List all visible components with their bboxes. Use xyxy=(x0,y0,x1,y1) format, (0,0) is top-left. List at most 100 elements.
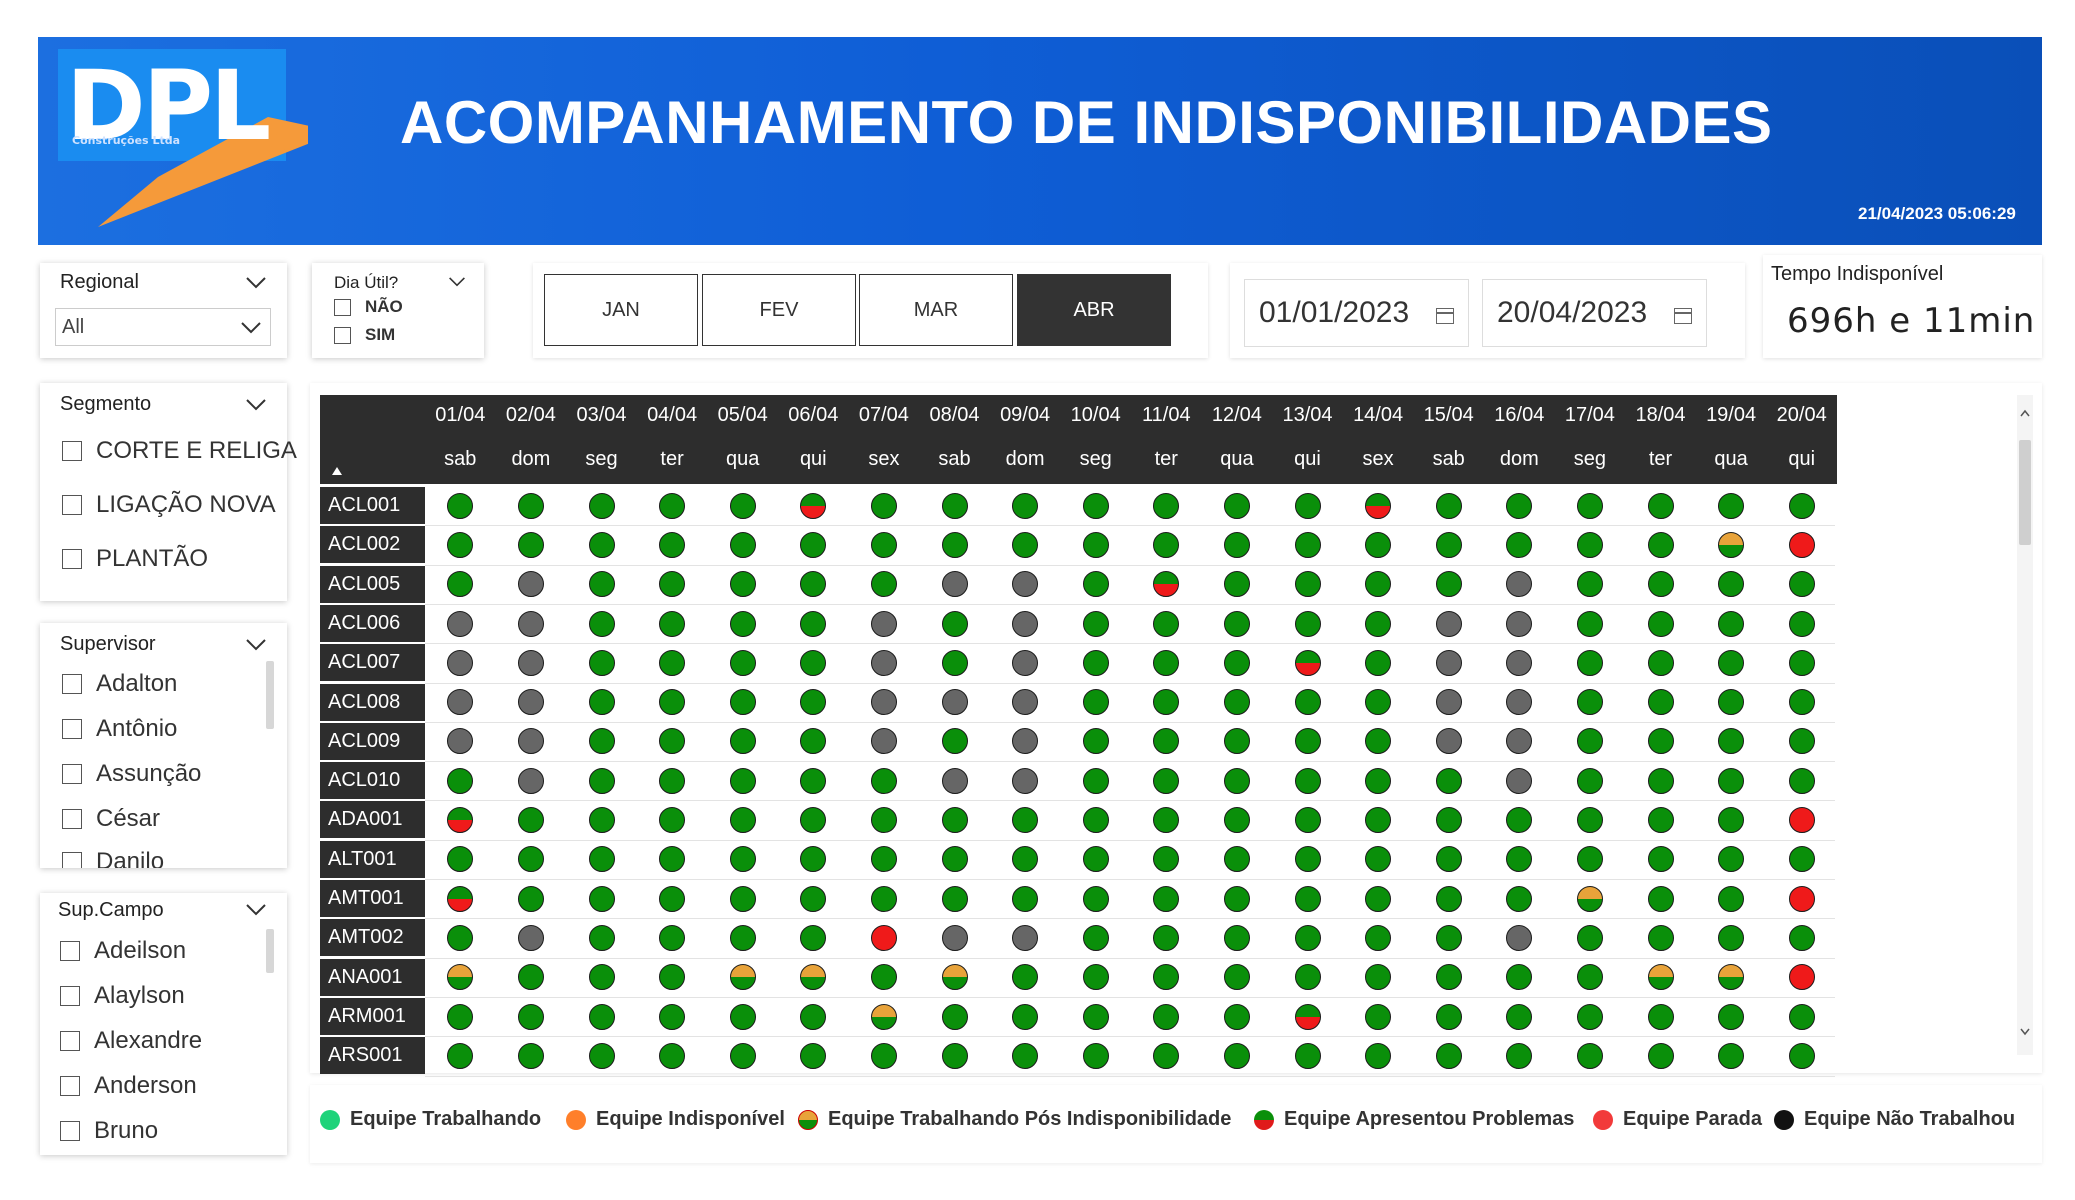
status-dot[interactable] xyxy=(1223,924,1250,951)
status-dot[interactable] xyxy=(1506,767,1533,794)
start-date-input[interactable]: 01/01/2023 xyxy=(1244,279,1469,347)
status-dot[interactable] xyxy=(1365,610,1392,637)
status-dot[interactable] xyxy=(1647,846,1674,873)
status-dot[interactable] xyxy=(1012,610,1039,637)
column-header-date[interactable]: 16/04 xyxy=(1484,395,1555,435)
checkbox[interactable] xyxy=(62,764,82,784)
row-label-team[interactable]: ACL006 xyxy=(320,604,425,642)
status-dot[interactable] xyxy=(941,885,968,912)
status-dot[interactable] xyxy=(870,807,897,834)
status-dot[interactable] xyxy=(659,767,686,794)
checkbox[interactable] xyxy=(62,495,82,515)
status-dot[interactable] xyxy=(1788,846,1815,873)
status-dot[interactable] xyxy=(1082,767,1109,794)
supervisor-option[interactable]: Adalton xyxy=(62,670,177,698)
status-dot[interactable] xyxy=(517,649,544,676)
status-dot[interactable] xyxy=(659,1003,686,1030)
status-dot[interactable] xyxy=(447,1042,474,1069)
status-dot[interactable] xyxy=(1082,728,1109,755)
status-dot[interactable] xyxy=(1365,1042,1392,1069)
row-label-team[interactable]: ACL009 xyxy=(320,722,425,760)
status-dot[interactable] xyxy=(517,571,544,598)
status-dot[interactable] xyxy=(659,885,686,912)
sup-campo-option[interactable]: Bruno xyxy=(60,1117,158,1145)
status-dot[interactable] xyxy=(1788,610,1815,637)
status-dot[interactable] xyxy=(1294,846,1321,873)
status-dot[interactable] xyxy=(1576,924,1603,951)
status-dot[interactable] xyxy=(1012,807,1039,834)
status-dot[interactable] xyxy=(1647,492,1674,519)
status-dot[interactable] xyxy=(1435,531,1462,558)
status-dot[interactable] xyxy=(1576,689,1603,716)
status-dot[interactable] xyxy=(1506,885,1533,912)
status-dot[interactable] xyxy=(1647,964,1674,991)
checkbox[interactable] xyxy=(62,719,82,739)
segmento-option[interactable]: PLANTÃO xyxy=(62,545,208,573)
status-dot[interactable] xyxy=(1012,492,1039,519)
row-label-team[interactable]: ACL008 xyxy=(320,683,425,721)
status-dot[interactable] xyxy=(588,1042,615,1069)
row-label-team[interactable]: ANA001 xyxy=(320,958,425,996)
status-dot[interactable] xyxy=(517,964,544,991)
status-dot[interactable] xyxy=(659,649,686,676)
checkbox[interactable] xyxy=(60,1076,80,1096)
status-dot[interactable] xyxy=(1647,728,1674,755)
status-dot[interactable] xyxy=(1153,1042,1180,1069)
status-dot[interactable] xyxy=(1435,649,1462,676)
status-dot[interactable] xyxy=(1718,531,1745,558)
status-dot[interactable] xyxy=(447,767,474,794)
status-dot[interactable] xyxy=(1223,885,1250,912)
column-header-date[interactable]: 18/04 xyxy=(1625,395,1696,435)
column-header-date[interactable]: 07/04 xyxy=(848,395,920,435)
status-dot[interactable] xyxy=(1506,610,1533,637)
column-header-date[interactable]: 06/04 xyxy=(778,395,849,435)
status-dot[interactable] xyxy=(941,846,968,873)
status-dot[interactable] xyxy=(588,846,615,873)
checkbox[interactable] xyxy=(62,674,82,694)
status-dot[interactable] xyxy=(729,964,756,991)
status-dot[interactable] xyxy=(1435,689,1462,716)
status-dot[interactable] xyxy=(729,689,756,716)
status-dot[interactable] xyxy=(870,767,897,794)
status-dot[interactable] xyxy=(588,689,615,716)
status-dot[interactable] xyxy=(1788,492,1815,519)
status-dot[interactable] xyxy=(1788,728,1815,755)
status-dot[interactable] xyxy=(1082,924,1109,951)
sup-campo-option[interactable]: Alexandre xyxy=(60,1027,202,1055)
status-dot[interactable] xyxy=(1718,610,1745,637)
status-dot[interactable] xyxy=(1153,492,1180,519)
status-dot[interactable] xyxy=(1365,531,1392,558)
status-dot[interactable] xyxy=(941,1003,968,1030)
status-dot[interactable] xyxy=(1012,924,1039,951)
status-dot[interactable] xyxy=(1082,689,1109,716)
status-dot[interactable] xyxy=(1435,728,1462,755)
row-label-team[interactable]: ACL005 xyxy=(320,565,425,603)
status-dot[interactable] xyxy=(588,610,615,637)
status-dot[interactable] xyxy=(1223,964,1250,991)
dia-util-option-nao[interactable]: NÃO xyxy=(334,297,403,317)
status-dot[interactable] xyxy=(1153,649,1180,676)
status-dot[interactable] xyxy=(1153,610,1180,637)
status-dot[interactable] xyxy=(1647,531,1674,558)
status-dot[interactable] xyxy=(941,728,968,755)
status-dot[interactable] xyxy=(941,807,968,834)
status-dot[interactable] xyxy=(517,492,544,519)
checkbox[interactable] xyxy=(62,549,82,569)
status-dot[interactable] xyxy=(941,531,968,558)
status-dot[interactable] xyxy=(659,807,686,834)
supervisor-option[interactable]: César xyxy=(62,805,160,833)
column-header-date[interactable]: 19/04 xyxy=(1695,395,1767,435)
column-header-date[interactable]: 15/04 xyxy=(1413,395,1484,435)
row-label-team[interactable]: AMT002 xyxy=(320,919,425,957)
column-header-date[interactable]: 08/04 xyxy=(919,395,990,435)
status-dot[interactable] xyxy=(1223,1042,1250,1069)
status-dot[interactable] xyxy=(1576,492,1603,519)
sup-campo-option[interactable]: Adeilson xyxy=(60,937,186,965)
status-dot[interactable] xyxy=(1788,924,1815,951)
column-header-date[interactable]: 04/04 xyxy=(636,395,708,435)
status-dot[interactable] xyxy=(1082,531,1109,558)
status-dot[interactable] xyxy=(1576,767,1603,794)
row-label-team[interactable]: ACL002 xyxy=(320,526,425,564)
status-dot[interactable] xyxy=(1153,1003,1180,1030)
dia-util-option-sim[interactable]: SIM xyxy=(334,325,395,345)
